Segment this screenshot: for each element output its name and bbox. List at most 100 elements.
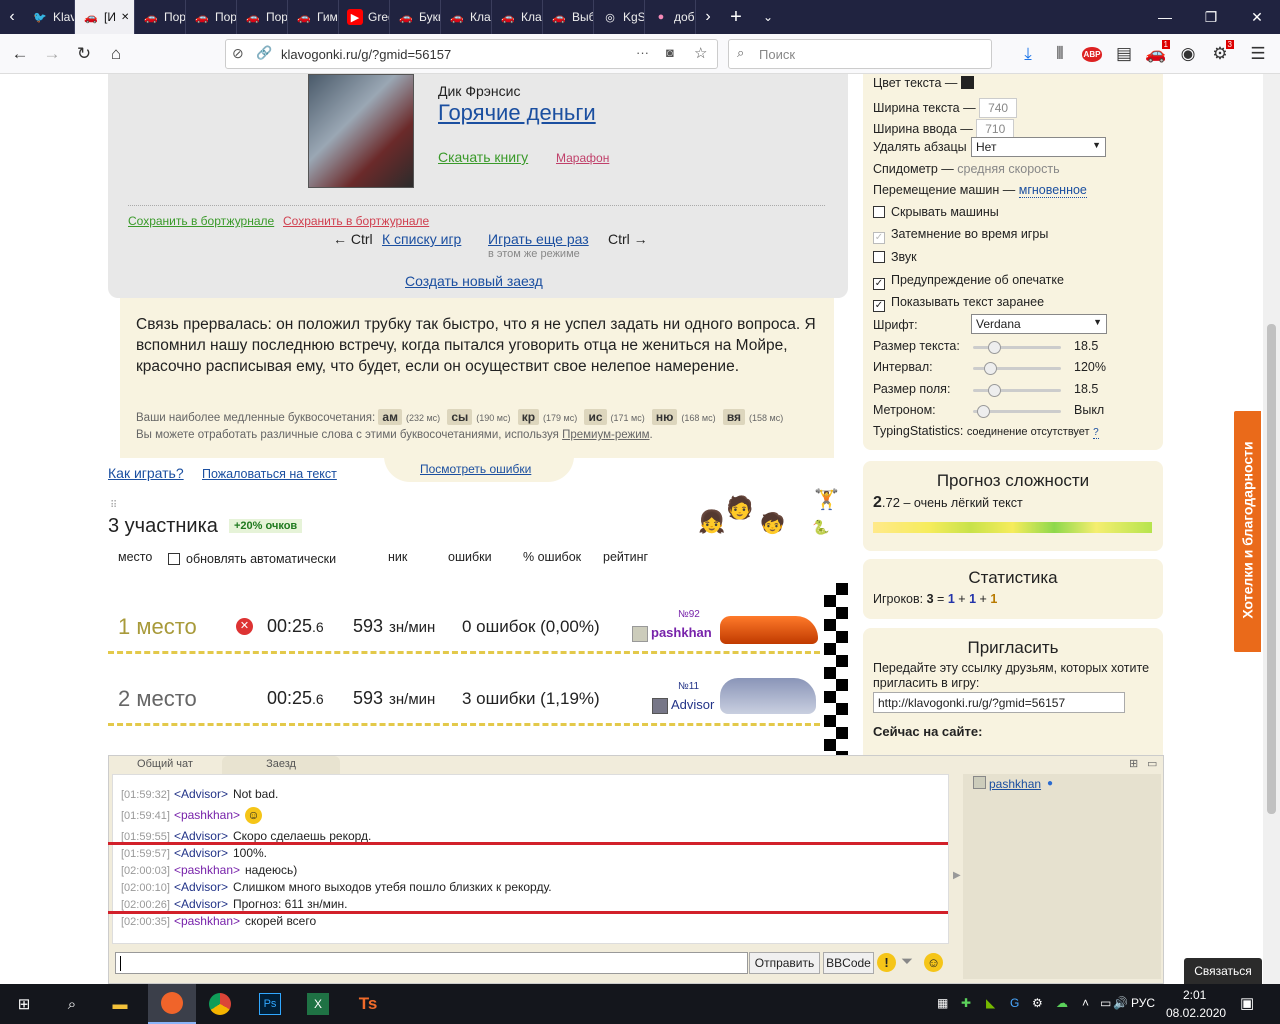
browser-tab[interactable]: 🚗 Пора [135, 0, 186, 34]
save-logbook-link-red[interactable]: Сохранить в бортжурнале [283, 214, 429, 228]
tray-security-icon[interactable]: ✚ [961, 996, 971, 1010]
windows-start-icon[interactable]: ⊞ [0, 984, 48, 1024]
filter-icon[interactable]: ⏷ [901, 953, 913, 970]
tray-volume-icon[interactable]: 🔊 [1113, 996, 1128, 1010]
browser-tab[interactable]: 🚗 Пора [237, 0, 288, 34]
minimize-icon[interactable]: — [1142, 0, 1188, 34]
slider-knob[interactable] [988, 384, 1001, 397]
tracking-protection-icon[interactable]: ⊘ [232, 45, 244, 62]
browser-tab[interactable]: ● добро [645, 0, 696, 34]
text-width-input[interactable]: 740 [979, 98, 1018, 118]
close-tab-icon[interactable]: ✕ [121, 12, 129, 23]
contact-button[interactable]: Связаться [1184, 958, 1262, 984]
menu-icon[interactable]: ☰ [1244, 40, 1272, 68]
tray-app-icon[interactable]: G [1010, 996, 1019, 1010]
clock-time[interactable]: 2:01 [1183, 988, 1206, 1002]
metronome-slider[interactable] [973, 405, 1061, 418]
home-icon[interactable]: ⌂ [102, 40, 130, 68]
back-icon[interactable]: ← [6, 40, 34, 68]
interval-slider[interactable] [973, 362, 1061, 375]
send-button[interactable]: Отправить [749, 952, 820, 974]
adblock-icon[interactable]: ABP [1078, 40, 1106, 68]
search-taskbar-icon[interactable]: ⌕ [48, 984, 96, 1024]
chat-input[interactable] [115, 952, 748, 974]
reader-sidebar-icon[interactable]: ▤ [1110, 40, 1138, 68]
tray-steam-icon[interactable]: ⚙ [1032, 996, 1043, 1010]
back-to-list-link[interactable]: К списку игр [382, 231, 461, 247]
chat-nick[interactable]: <Advisor> [174, 787, 228, 801]
chat-splitter-icon[interactable]: ▶ [953, 870, 961, 881]
dim-checkbox[interactable]: ✓ Затемнение во время игры [873, 227, 1048, 244]
browser-tab[interactable]: 🚗 Клаво [441, 0, 492, 34]
smiley-icon[interactable]: ☺ [924, 953, 943, 972]
hide-cars-checkbox[interactable]: Скрывать машины [873, 205, 999, 219]
close-window-icon[interactable]: ✕ [1234, 0, 1280, 34]
typing-app-icon[interactable]: Ts [344, 984, 392, 1024]
chat-pin-icon[interactable]: ⊞ [1129, 757, 1138, 770]
photoshop-icon[interactable]: Ps [246, 984, 294, 1024]
chat-nick[interactable]: <pashkhan> [174, 914, 240, 928]
browser-tab[interactable]: 🚗 Пора [186, 0, 237, 34]
clock-date[interactable]: 08.02.2020 [1166, 1006, 1226, 1020]
bookmark-star-icon[interactable]: ☆ [694, 44, 707, 62]
chat-nick[interactable]: <Advisor> [174, 829, 228, 843]
chat-nick[interactable]: <pashkhan> [174, 863, 240, 877]
new-tab-icon[interactable]: + [720, 0, 752, 34]
firefox-icon[interactable] [148, 984, 196, 1024]
field-size-slider[interactable] [973, 384, 1061, 397]
book-title-link[interactable]: Горячие деньги [438, 100, 596, 126]
chat-nick[interactable]: <pashkhan> [174, 808, 240, 822]
premium-mode-link[interactable]: Премиум-режим [562, 429, 649, 441]
extension-car-icon[interactable]: 🚗 1 [1142, 40, 1170, 68]
url-bar[interactable]: ⊘ 🔗 klavogonki.ru/g/?gmid=56157 ··· ◙ ☆ [225, 39, 718, 69]
scrollbar-thumb[interactable] [1267, 324, 1276, 814]
search-bar[interactable]: ⌕ Поиск [728, 39, 992, 69]
checkbox-box[interactable]: ✓ [873, 278, 885, 290]
checkbox-box[interactable]: ✓ [873, 232, 885, 244]
bbcode-button[interactable]: BBCode [823, 952, 874, 974]
browser-tab[interactable]: 🐦 Klavo [24, 0, 75, 34]
slider-knob[interactable] [976, 405, 990, 418]
marathon-mode-link[interactable]: Марафон [556, 151, 609, 165]
restore-icon[interactable]: ❐ [1188, 0, 1234, 34]
page-scrollbar[interactable] [1263, 74, 1280, 984]
browser-tab[interactable]: 🚗 Буквы [390, 0, 441, 34]
reload-icon[interactable]: ↻ [70, 40, 98, 68]
tab-scroll-right-icon[interactable]: › [696, 0, 720, 34]
file-explorer-icon[interactable]: ▬ [96, 984, 144, 1024]
wishlist-tab[interactable]: Хотелки и благодарности [1232, 409, 1263, 654]
tray-apps-icon[interactable]: ▦ [937, 996, 948, 1010]
forward-icon[interactable]: → [38, 40, 66, 68]
pocket-icon[interactable]: ◙ [666, 45, 674, 60]
tab-list-dropdown-icon[interactable]: ⌄ [752, 0, 784, 34]
keyboard-language[interactable]: РУС [1131, 996, 1155, 1010]
browser-tab[interactable]: ◎ KgScri [594, 0, 645, 34]
chat-nick[interactable]: <Advisor> [174, 846, 228, 860]
checkbox-box[interactable] [873, 251, 885, 263]
browser-tab[interactable]: 🚗 Выбор [543, 0, 594, 34]
invite-link-input[interactable]: http://klavogonki.ru/g/?gmid=56157 [873, 692, 1125, 713]
warning-icon[interactable]: ! [877, 953, 896, 972]
show-text-checkbox[interactable]: ✓ Показывать текст заранее [873, 295, 1044, 312]
complain-text-link[interactable]: Пожаловаться на текст [202, 467, 337, 481]
play-again-link[interactable]: Играть еще раз [488, 231, 589, 247]
create-new-race-link[interactable]: Создать новый заезд [405, 273, 543, 289]
view-errors-link[interactable]: Посмотреть ошибки [420, 462, 531, 476]
tab-race-chat[interactable]: Заезд [222, 756, 340, 774]
typing-stats-help-link[interactable]: ? [1093, 427, 1099, 439]
tray-network-icon[interactable]: ▭ [1100, 996, 1111, 1010]
chat-nick[interactable]: <Advisor> [174, 880, 228, 894]
remove-paragraphs-select[interactable]: Нет ▼ [971, 137, 1106, 157]
how-to-play-link[interactable]: Как играть? [108, 465, 184, 481]
auto-update-checkbox-box[interactable] [168, 553, 180, 565]
text-color-swatch[interactable] [960, 76, 974, 89]
browser-tab[interactable]: 🚗 Гимна [288, 0, 339, 34]
save-logbook-link-green[interactable]: Сохранить в бортжурнале [128, 214, 274, 228]
browser-tab[interactable]: 🚗 [И ✕ [75, 0, 135, 34]
input-width-input[interactable]: 710 [976, 119, 1015, 139]
checkbox-box[interactable]: ✓ [873, 300, 885, 312]
download-book-link[interactable]: Скачать книгу [438, 149, 528, 165]
tray-nvidia-icon[interactable]: ◣ [986, 996, 995, 1010]
auto-update-checkbox[interactable]: обновлять автоматически [168, 552, 336, 566]
checkbox-box[interactable] [873, 206, 885, 218]
